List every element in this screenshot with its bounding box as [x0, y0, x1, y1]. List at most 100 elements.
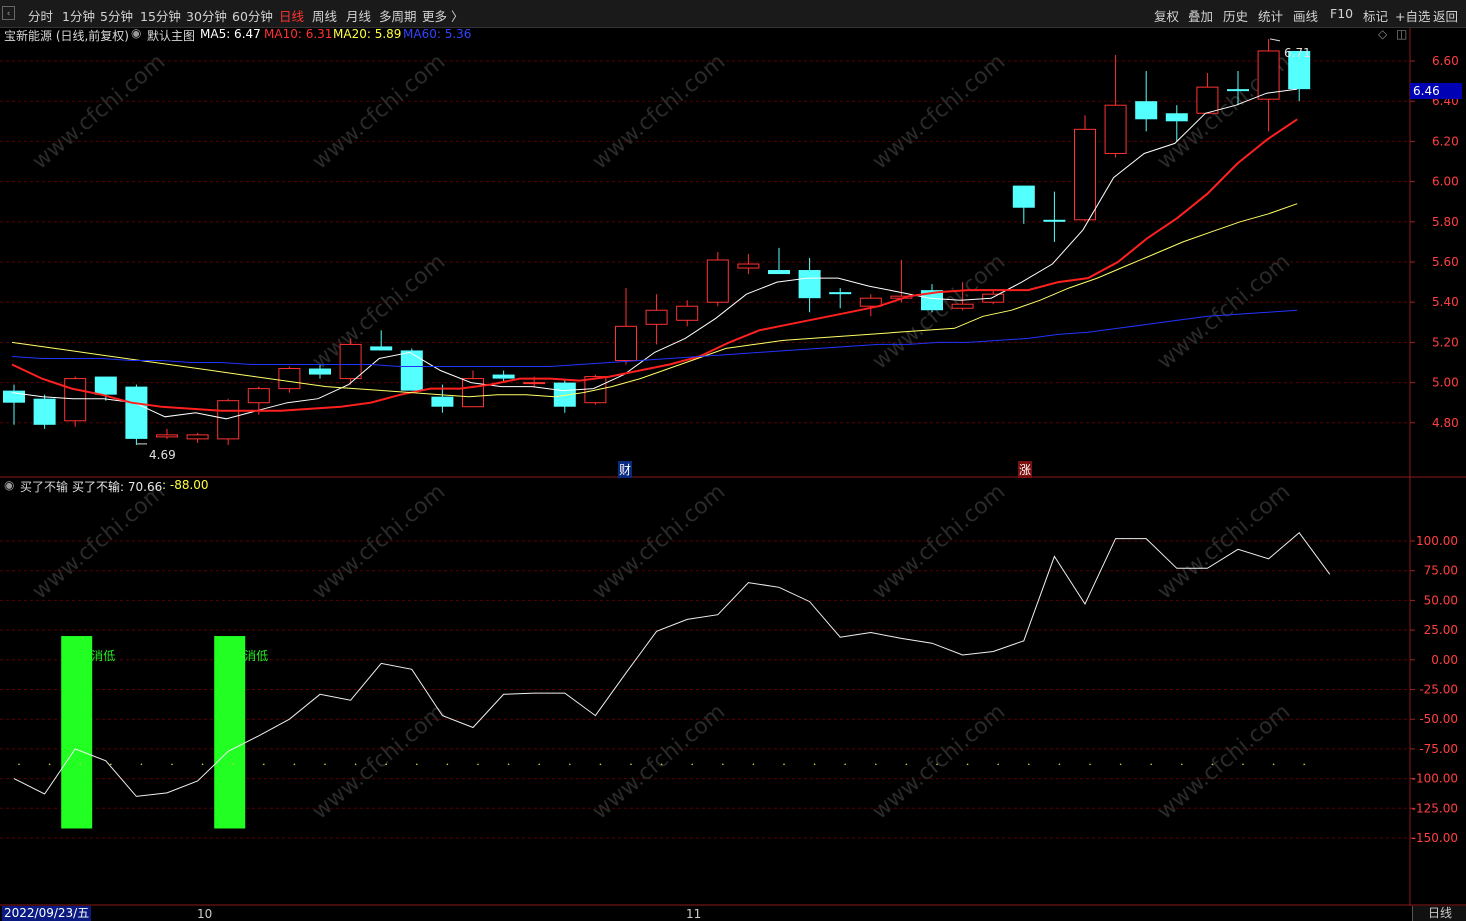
candle-body: [492, 374, 515, 379]
dotted-level-point: [18, 763, 20, 766]
watermark-text: www.cfchi.com: [868, 479, 1010, 604]
sub-tick-label: 50.00: [1424, 593, 1458, 607]
finance-event-marker[interactable]: 财: [618, 461, 633, 478]
sub-tick-label: 75.00: [1424, 564, 1458, 578]
sub-tick-label: -75.00: [1419, 742, 1458, 756]
dotted-level-point: [1303, 763, 1305, 766]
diamond-icon[interactable]: ◇: [1378, 27, 1387, 41]
watermark-text: www.cfchi.com: [1153, 479, 1295, 604]
stats-button[interactable]: 统计: [1258, 6, 1283, 25]
current-price-tag: 6.46: [1410, 83, 1462, 99]
template-name[interactable]: 默认主图: [147, 27, 195, 44]
dotted-level-point: [966, 763, 969, 766]
candle-body: [676, 305, 699, 321]
dotted-level-point: [997, 763, 999, 766]
ma60-label: MA60: 5.36: [403, 27, 472, 41]
tab-15min[interactable]: 15分钟: [140, 6, 181, 25]
dotted-level-point: [844, 763, 846, 766]
cursor-date-label: 2022/09/23/五: [2, 906, 92, 921]
dotted-level-point: [569, 763, 571, 766]
back-icon[interactable]: ‹: [2, 6, 15, 20]
dotted-level-point: [813, 763, 816, 766]
ma5-label: MA5: 6.47: [200, 27, 261, 41]
watermark-text: www.cfchi.com: [308, 249, 450, 374]
tab-fenshi[interactable]: 分时: [28, 6, 53, 25]
dotted-level-point: [783, 763, 785, 766]
tab-more[interactable]: 更多 〉: [422, 6, 463, 25]
watermark-text: www.cfchi.com: [1153, 699, 1295, 824]
ma10-label: MA10: 6.31: [264, 27, 333, 41]
overlay-button[interactable]: 叠加: [1188, 6, 1213, 25]
tab-30min[interactable]: 30分钟: [186, 6, 227, 25]
candle-body: [309, 368, 331, 375]
watermark-text: www.cfchi.com: [588, 699, 730, 824]
add-watchlist-button[interactable]: +自选: [1395, 6, 1430, 25]
kline-chart[interactable]: 4.805.005.205.405.605.806.006.206.406.60…: [0, 28, 1466, 906]
dotted-level-point: [1058, 763, 1061, 766]
dotted-level-point: [293, 763, 296, 766]
candle-body: [1074, 128, 1096, 221]
tab-1min[interactable]: 1分钟: [62, 6, 95, 25]
tab-daily[interactable]: 日线: [279, 6, 304, 25]
dotted-level-point: [599, 763, 602, 766]
candle-body: [737, 263, 760, 269]
candle-body: [1043, 219, 1066, 222]
sub-tick-label: 0.00: [1431, 653, 1458, 667]
candle-body: [339, 343, 362, 380]
tab-5min[interactable]: 5分钟: [100, 6, 133, 25]
mark-button[interactable]: 标记: [1363, 6, 1388, 25]
signal-label: 消低: [244, 649, 268, 663]
return-button[interactable]: 返回: [1433, 6, 1458, 25]
tab-multi-period[interactable]: 多周期: [379, 6, 417, 25]
dotted-level-point: [110, 763, 112, 766]
sub-tick-label: 25.00: [1424, 623, 1458, 637]
candle-body: [94, 376, 117, 395]
candle-body: [247, 388, 270, 404]
signal-label: 消低: [91, 649, 115, 663]
candle-body: [64, 378, 87, 422]
dotted-level-point: [416, 763, 418, 766]
candle-body: [615, 325, 637, 361]
candle-body: [431, 396, 454, 407]
dotted-level-point: [1119, 763, 1122, 766]
candle-body: [951, 303, 974, 309]
dotted-level-point: [324, 763, 326, 766]
ma-line-ma10: [11, 118, 1298, 412]
template-dropdown-icon[interactable]: ◉: [131, 26, 141, 40]
draw-button[interactable]: 画线: [1293, 6, 1318, 25]
f10-button[interactable]: F10: [1330, 6, 1353, 21]
candle-body: [1165, 113, 1188, 122]
dotted-level-point: [232, 763, 234, 766]
sub-tick-label: -25.00: [1419, 683, 1458, 697]
candle-body: [645, 309, 668, 325]
candle-body: [829, 292, 852, 295]
high-price-label: 6.71: [1284, 46, 1311, 60]
main-tick-label: 5.00: [1432, 376, 1459, 390]
low-price-label: 4.69: [149, 448, 176, 462]
candle-body: [400, 350, 423, 391]
dotted-level-point: [477, 763, 479, 766]
dotted-level-point: [1181, 763, 1183, 766]
indicator-extra-value: : -88.00: [162, 478, 209, 492]
tab-60min[interactable]: 60分钟: [232, 6, 273, 25]
month-label-nov: 11: [686, 907, 702, 921]
candle-body: [370, 346, 393, 351]
dotted-level-point: [1211, 763, 1214, 766]
history-button[interactable]: 历史: [1223, 6, 1248, 25]
fuquan-button[interactable]: 复权: [1154, 6, 1179, 25]
tab-weekly[interactable]: 周线: [312, 6, 337, 25]
period-toolbar: ‹ 分时 1分钟 5分钟 15分钟 30分钟 60分钟 日线 周线 月线 多周期…: [0, 0, 1466, 28]
dotted-level-point: [722, 763, 724, 766]
period-tab[interactable]: 日线: [1412, 906, 1466, 921]
candle-body: [156, 434, 178, 438]
window-toggle-icon[interactable]: ◫: [1396, 27, 1407, 41]
indicator-name[interactable]: 买了不输: [20, 478, 68, 495]
main-tick-label: 6.00: [1432, 175, 1459, 189]
watermark-text: www.cfchi.com: [28, 49, 170, 174]
candle-body: [1104, 104, 1127, 154]
tab-monthly[interactable]: 月线: [346, 6, 371, 25]
indicator-value: 买了不输: 70.66: [72, 480, 163, 494]
indicator-dropdown-icon[interactable]: ◉: [4, 478, 14, 492]
rise-event-marker[interactable]: 涨: [1018, 461, 1033, 478]
dotted-level-point: [936, 763, 938, 766]
